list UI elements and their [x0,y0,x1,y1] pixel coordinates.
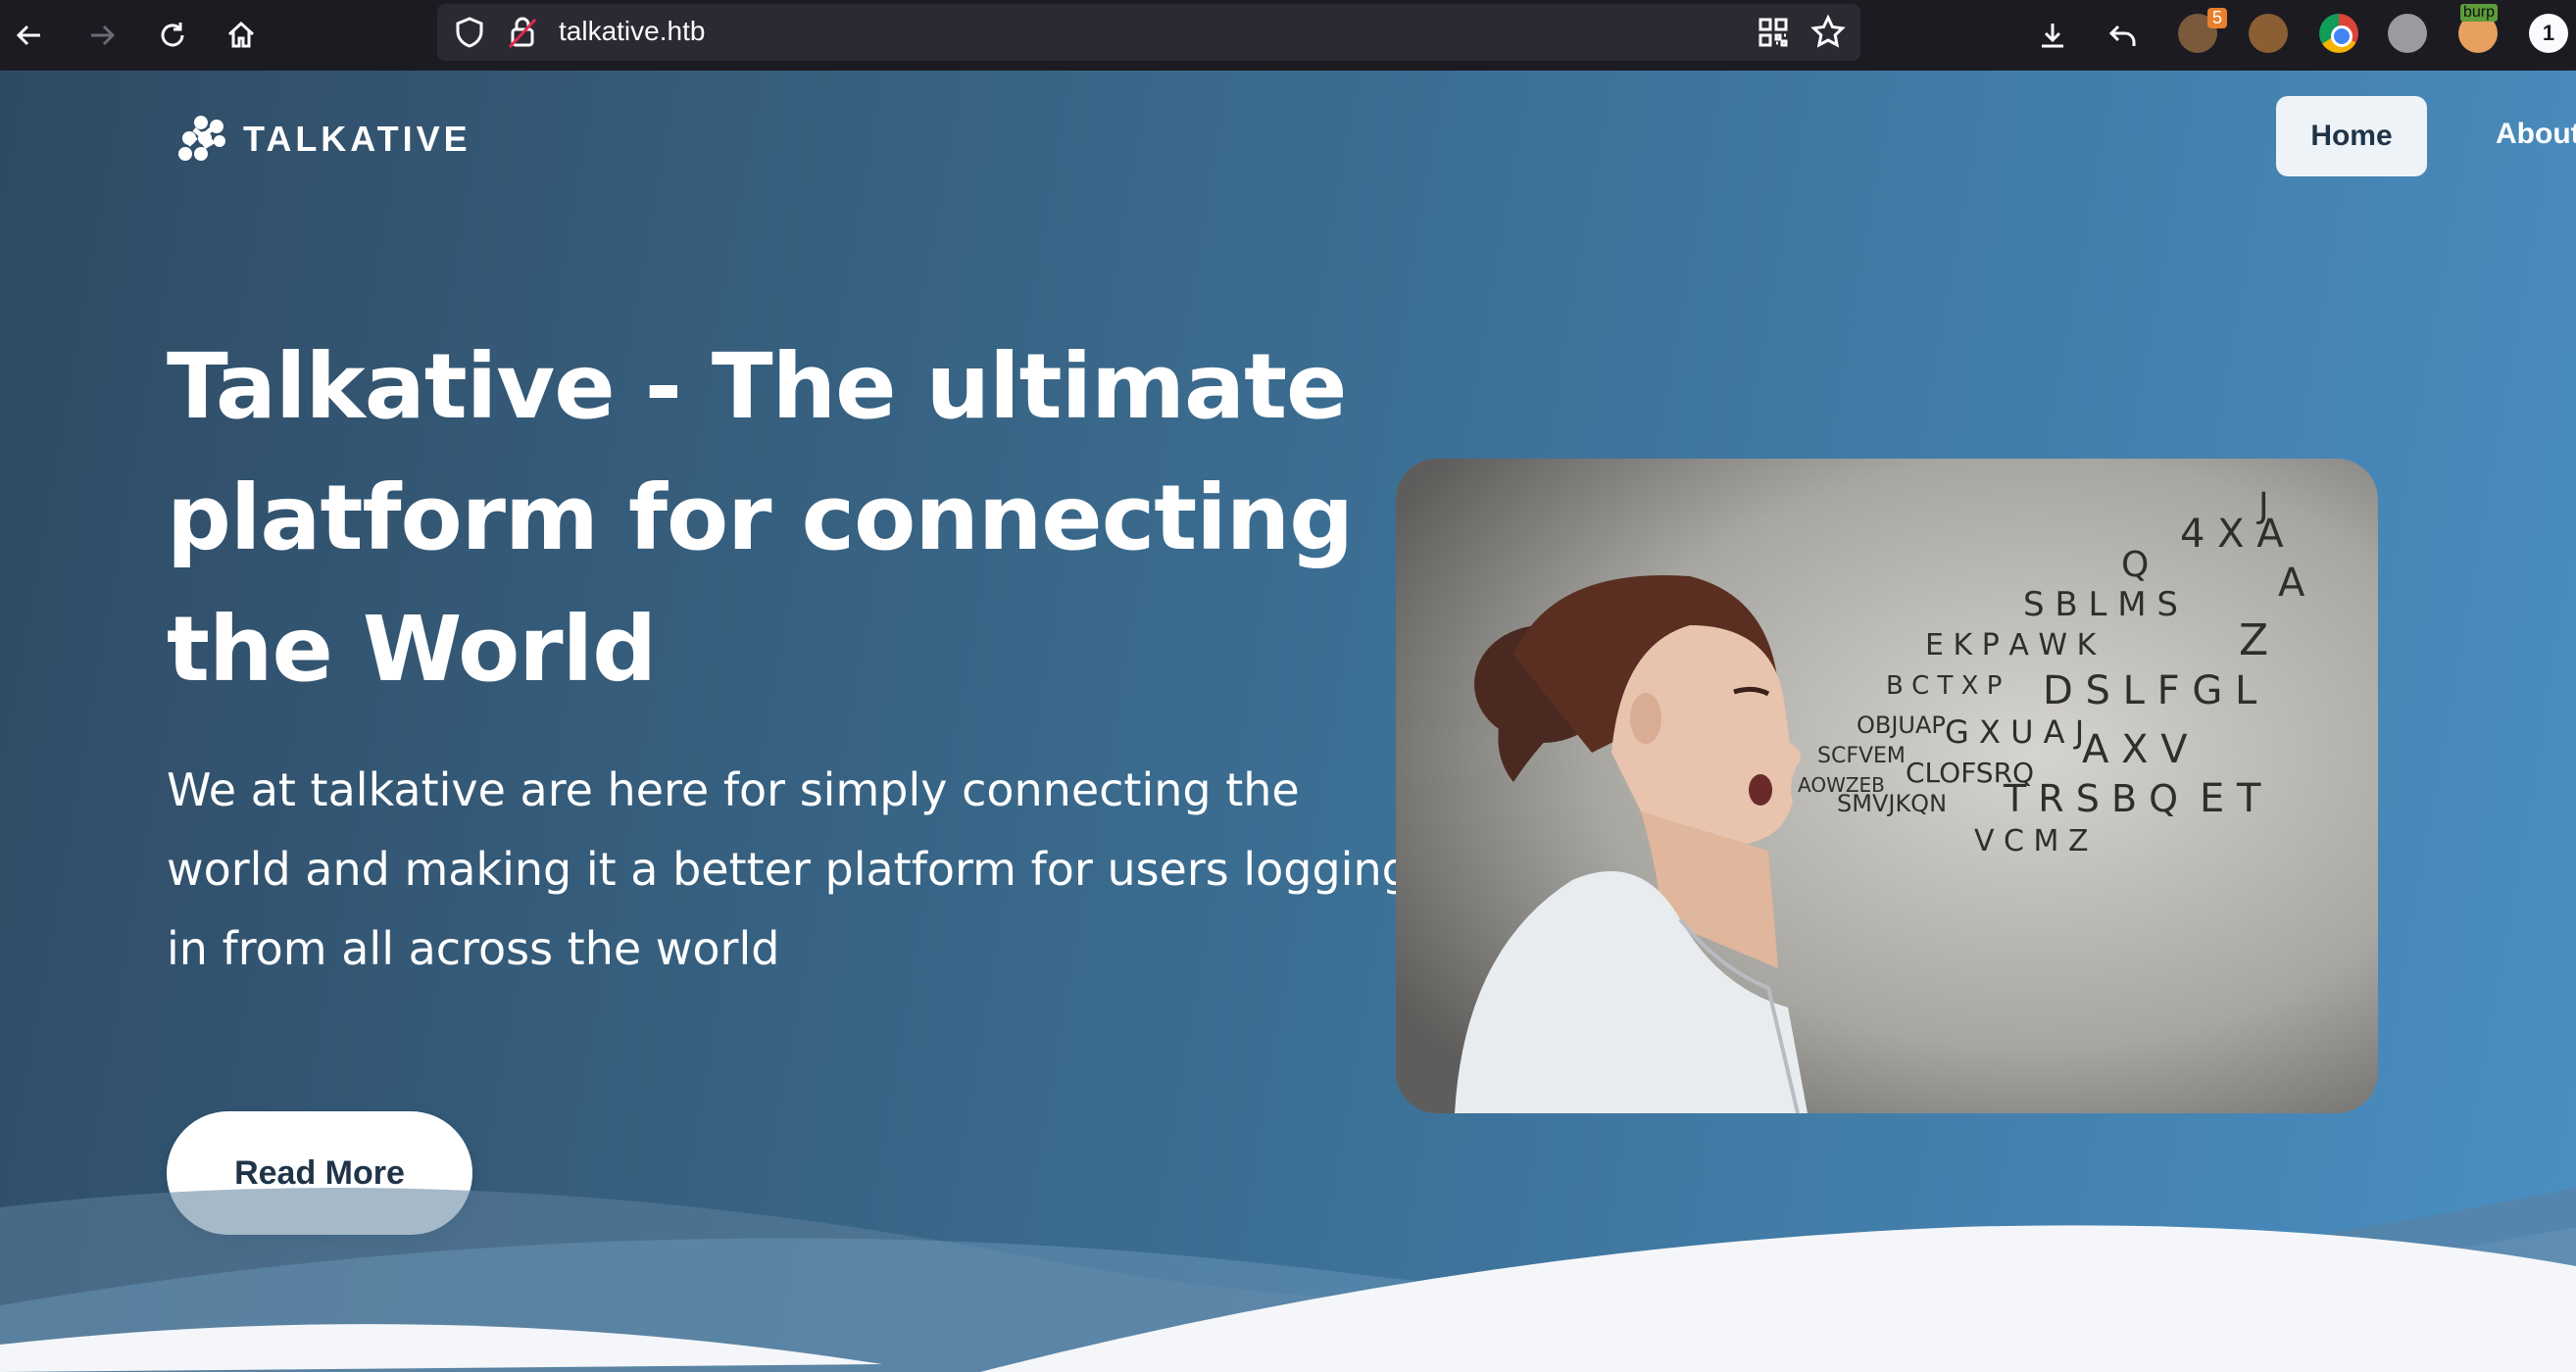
shield-icon[interactable] [451,14,488,51]
svg-text:E T: E T [2200,776,2261,821]
home-icon[interactable] [216,10,267,61]
hero-image: AOWZEB SCFVEM SMVJKQN OBJUAP B C T X P C… [1396,459,2378,1113]
monkey-icon[interactable] [2249,14,2288,53]
svg-text:V C M Z: V C M Z [1974,824,2089,858]
hero-subtext: We at talkative are here for simply conn… [167,763,1411,975]
svg-text:G X U A J: G X U A J [1945,713,2084,751]
account-icon[interactable]: 1 [2529,14,2568,53]
forward-arrow-icon[interactable] [76,10,127,61]
svg-text:E K P A W K: E K P A W K [1925,628,2098,662]
page-title: Talkative - The ultimate platform for co… [167,334,1354,702]
gear-icon[interactable] [2388,14,2427,53]
svg-text:SMVJKQN: SMVJKQN [1837,790,1947,817]
svg-text:A: A [2278,561,2305,606]
reload-icon[interactable] [147,10,198,61]
svg-text:OBJUAP: OBJUAP [1857,711,1946,739]
bottom-wave-decoration [0,1188,2576,1372]
hero-section: TALKATIVE Home About Talkative - The ult… [0,71,2576,1372]
svg-text:B C T X P: B C T X P [1886,671,2002,701]
undo-icon[interactable] [2098,10,2149,61]
qr-code-icon[interactable] [1755,14,1792,51]
svg-text:J: J [2256,486,2269,526]
svg-text:A X V: A X V [2082,727,2188,772]
site-logo[interactable]: TALKATIVE [174,112,471,167]
browser-toolbar: talkative.htb 5 burp 1 [0,0,2576,71]
url-bar[interactable]: talkative.htb [437,4,1860,61]
url-text[interactable]: talkative.htb [559,16,705,47]
chrome-icon[interactable] [2319,14,2358,53]
back-arrow-icon[interactable] [4,10,55,61]
logo-icon [178,116,225,161]
svg-text:Z: Z [2239,615,2268,665]
nav-about[interactable]: About [2496,118,2576,151]
bookmark-star-icon[interactable] [1809,14,1847,51]
svg-text:D S L F G L: D S L F G L [2043,668,2257,713]
burp-icon[interactable]: burp [2458,4,2499,53]
lock-icon[interactable] [504,14,541,51]
nav-home[interactable]: Home [2276,96,2427,176]
burp-label: burp [2460,4,2499,22]
svg-text:S B L M S: S B L M S [2023,585,2178,624]
logo-text: TALKATIVE [243,119,471,159]
download-icon[interactable] [2027,10,2078,61]
svg-text:Q: Q [2121,545,2149,585]
svg-text:T R S B Q: T R S B Q [2003,777,2178,820]
extension-badge: 5 [2206,8,2227,28]
svg-text:SCFVEM: SCFVEM [1817,744,1906,768]
extension-icon[interactable]: 5 [2178,8,2227,53]
